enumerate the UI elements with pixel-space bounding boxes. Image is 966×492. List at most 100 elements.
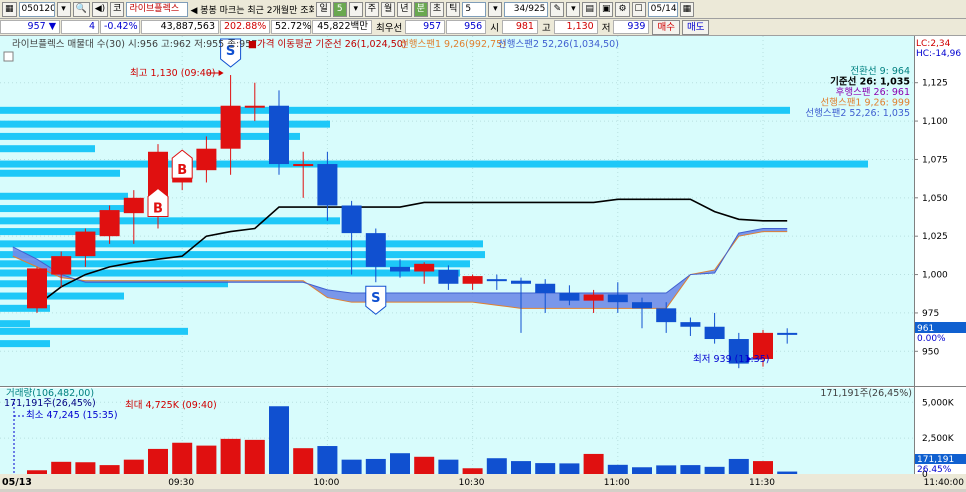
candle-body	[196, 148, 217, 171]
quote-bar: 957 ▼ 4 -0.42% 43,887,563 202.88% 52.72%…	[0, 19, 966, 36]
period-tick-button[interactable]: 틱	[446, 1, 461, 17]
volume-tag-text: 171,191	[917, 455, 954, 465]
candle-body	[414, 263, 435, 272]
legend-entry: 선행스팬2 52,26: 1,035	[805, 107, 910, 119]
legend-entry: 전환선 9: 964	[850, 65, 910, 77]
span1-label: 선행스팬1 9,26(992,75)	[400, 38, 506, 50]
buy-strength: 52.72%	[271, 20, 311, 34]
volume-min-label: 최소 47,245 (15:35)	[26, 410, 118, 421]
sell-button[interactable]: 매도	[681, 19, 710, 35]
interval-select[interactable]: 5	[462, 1, 487, 17]
volume-profile-bar	[0, 292, 124, 300]
time-tick-label: 11:30	[749, 478, 775, 488]
candle-body	[365, 233, 386, 267]
volume-bar	[632, 467, 652, 474]
trade-amount: 45,822백만	[312, 20, 372, 34]
current-price: 957 ▼	[0, 20, 60, 34]
grid-icon[interactable]: ▤	[582, 1, 597, 17]
chart-header: 라이브플렉스 매물대 수(30) 시:956 고:962 저:955 종:957	[12, 39, 257, 50]
volume-bar	[680, 465, 701, 474]
volume-profile-bar	[0, 327, 188, 335]
period-day-count[interactable]: 5	[332, 1, 347, 17]
volume-bar	[390, 453, 410, 474]
stock-code-input[interactable]: 050120	[18, 1, 55, 17]
chart-tools-icon[interactable]: ✎	[550, 1, 565, 17]
date-input[interactable]: 05/14	[647, 1, 678, 17]
volume-bar	[559, 463, 580, 474]
volume-bar	[75, 462, 96, 474]
candle-body	[244, 105, 265, 108]
trade-volume: 43,887,563	[141, 20, 219, 34]
volume-current-label: 171,191주(26,45%)	[4, 398, 96, 409]
checkbox-icon[interactable]: ☐	[631, 1, 646, 17]
period-year-button[interactable]: 년	[397, 1, 412, 17]
candle-body	[680, 322, 701, 327]
volume-bar	[269, 406, 289, 474]
candle-body	[462, 276, 483, 284]
candle-body	[220, 105, 241, 149]
candlestick-chart[interactable]: SBBS 9509751,0001,0251,0501,0751,1001,12…	[0, 36, 966, 489]
period-month-button[interactable]: 월	[381, 1, 396, 17]
volume-right-label: 171,191주(26,45%)	[820, 388, 912, 399]
toolbar: ▦ 050120 ▾ 🔍 ◀) 코 라이브플렉스 ◀ 봉봉 마크는 최근 2개월…	[0, 0, 966, 19]
time-tick-label: 11:00	[604, 478, 630, 488]
volume-profile-bar	[0, 217, 340, 225]
candle-body	[341, 205, 362, 234]
end-time-label: 11:40:00	[924, 478, 965, 488]
page-counter: 34/925	[504, 1, 549, 17]
current-price-tag-text: 961	[917, 324, 934, 334]
candle-body	[511, 280, 531, 284]
menu-icon[interactable]: ▦	[2, 1, 17, 17]
candle-body	[51, 256, 72, 275]
change-percent: -0.42%	[100, 20, 140, 34]
period-day-button[interactable]: 일	[316, 1, 331, 17]
legend-entry: 후행스팬 26: 961	[836, 86, 910, 98]
period-week-button[interactable]: 주	[364, 1, 380, 17]
period-second-button[interactable]: 초	[429, 1, 445, 17]
save-icon[interactable]: ▣	[598, 1, 614, 17]
dropdown-icon[interactable]: ▾	[488, 1, 503, 17]
volume-bar	[293, 448, 314, 474]
dropdown-icon[interactable]: ▾	[348, 1, 363, 17]
candle-body	[438, 269, 459, 284]
volume-bar	[462, 468, 483, 474]
volume-tick-label: 5,000K	[922, 398, 955, 408]
candle-body	[559, 292, 580, 301]
hc-label: HC:-14,96	[916, 49, 961, 59]
volume-bar	[99, 465, 120, 474]
price-tick-label: 1,025	[922, 232, 948, 242]
volume-bar	[511, 461, 531, 474]
candle-body	[99, 210, 120, 237]
speaker-icon[interactable]: ◀)	[91, 1, 109, 17]
high-annotation: 최고 1,130 (09:40)	[130, 68, 216, 79]
candle-body	[583, 294, 604, 301]
dropdown-icon[interactable]: ▾	[56, 1, 71, 17]
volume-bar	[123, 459, 144, 474]
lc-label: LC:2,34	[916, 39, 951, 49]
gear-icon[interactable]: ⚙	[615, 1, 630, 17]
price-tick-label: 1,000	[922, 271, 948, 281]
percent-tag: 0.00%	[917, 334, 946, 344]
panel-toggle-icon[interactable]	[3, 51, 14, 62]
calendar-icon[interactable]: ▦	[679, 1, 695, 17]
volume-profile-bar	[0, 192, 128, 200]
volume-bar	[244, 439, 265, 474]
candle-body	[75, 231, 96, 257]
buy-button[interactable]: 매수	[652, 19, 680, 35]
period-minute-button[interactable]: 분	[413, 1, 428, 17]
volume-profile-bar	[0, 340, 50, 348]
search-icon[interactable]: 🔍	[72, 1, 90, 17]
volume-profile-bar	[0, 145, 95, 153]
volume-profile-bar	[0, 132, 300, 140]
volume-bar	[317, 446, 338, 474]
open-price: 981	[501, 20, 538, 34]
ma-label: ■가격 이동평균 기준선 26(1,024,50)	[248, 38, 407, 50]
chart-area[interactable]: SBBS 950 975 1,000 1,025 1,050 1,075 1,100 1,12…	[0, 36, 966, 489]
high-label: 고	[541, 23, 551, 34]
dropdown-icon[interactable]: ▾	[566, 1, 581, 17]
candle-mark-notice: ◀ 봉봉 마크는 최근 2개월만 조회	[190, 5, 315, 16]
volume-bar	[172, 442, 193, 474]
volume-bar	[607, 464, 628, 474]
candle-body	[656, 308, 677, 323]
volume-bar	[365, 458, 386, 474]
